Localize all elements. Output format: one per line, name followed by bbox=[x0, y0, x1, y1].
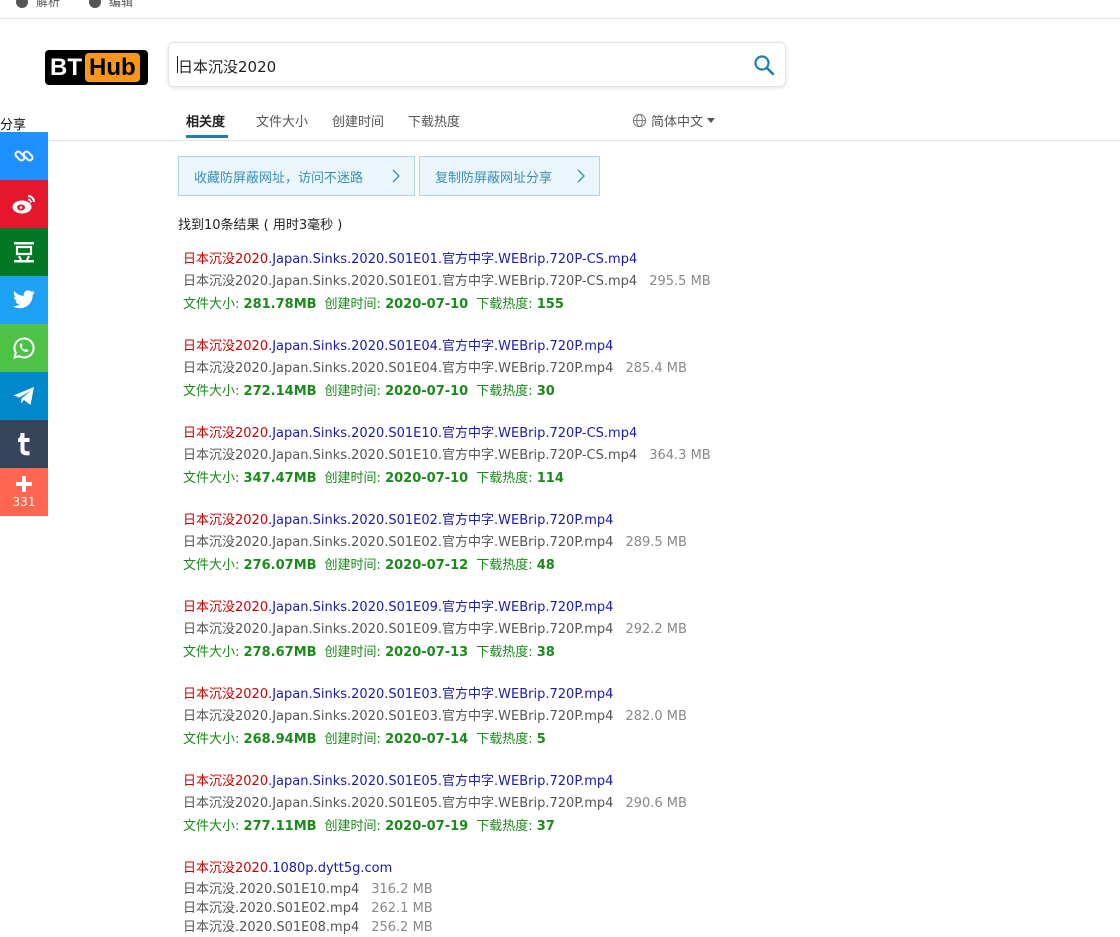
result-item: 日本沉没2020.Japan.Sinks.2020.S01E10.官方中字.WE… bbox=[183, 423, 711, 490]
share-twitter-button[interactable] bbox=[0, 276, 48, 324]
result-item: 日本沉没2020.Japan.Sinks.2020.S01E09.官方中字.WE… bbox=[183, 597, 687, 664]
site-logo[interactable]: BT Hub bbox=[45, 50, 148, 85]
search-input[interactable]: 日本沉没2020 bbox=[178, 56, 276, 77]
share-copy-link-button[interactable] bbox=[0, 132, 48, 180]
share-telegram-button[interactable] bbox=[0, 372, 48, 420]
result-meta: 文件大小: 281.78MB 创建时间: 2020-07-10 下载热度: 155 bbox=[183, 297, 564, 312]
sort-tab-relevance[interactable]: 相关度 bbox=[186, 111, 225, 130]
bookmark-banner-label: 收藏防屏蔽网址，访问不迷路 bbox=[194, 170, 364, 186]
douban-icon bbox=[14, 242, 34, 263]
result-title-link[interactable]: 日本沉没2020.Japan.Sinks.2020.S01E05.官方中字.WE… bbox=[183, 771, 687, 793]
sort-tab-popularity[interactable]: 下载热度 bbox=[408, 111, 460, 130]
telegram-icon bbox=[13, 387, 34, 405]
link-icon bbox=[14, 150, 34, 162]
share-whatsapp-button[interactable] bbox=[0, 324, 48, 372]
active-tab-indicator bbox=[186, 135, 228, 138]
globe-icon bbox=[632, 113, 647, 128]
result-item: 日本沉没2020.1080p.dytt5g.com 日本沉没.2020.S01E… bbox=[183, 858, 433, 937]
result-meta: 文件大小: 277.11MB 创建时间: 2020-07-19 下载热度: 37 bbox=[183, 819, 555, 834]
sort-tab-created[interactable]: 创建时间 bbox=[332, 111, 384, 130]
logo-text-hub: Hub bbox=[85, 53, 140, 82]
share-douban-button[interactable] bbox=[0, 228, 48, 276]
result-item: 日本沉没2020.Japan.Sinks.2020.S01E03.官方中字.WE… bbox=[183, 684, 687, 751]
toolbar-item-edit[interactable]: 编辑 bbox=[89, 0, 133, 10]
language-selector[interactable]: 简体中文 bbox=[632, 111, 716, 130]
result-meta: 文件大小: 276.07MB 创建时间: 2020-07-12 下载热度: 48 bbox=[183, 558, 555, 573]
toolbar-item-parse[interactable]: 解析 bbox=[16, 0, 60, 10]
result-title-link[interactable]: 日本沉没2020.Japan.Sinks.2020.S01E03.官方中字.WE… bbox=[183, 684, 687, 706]
share-label: 分享 bbox=[0, 118, 27, 133]
share-bar: 331 bbox=[0, 132, 48, 516]
result-file: 日本沉没.2020.S01E02.mp4 262.1 MB bbox=[183, 901, 433, 916]
search-icon[interactable] bbox=[753, 54, 775, 76]
weibo-icon bbox=[12, 195, 35, 214]
chevron-right-icon bbox=[577, 169, 585, 183]
result-file: 日本沉没2020.Japan.Sinks.2020.S01E03.官方中字.WE… bbox=[183, 709, 687, 724]
toolbar-item-label: 编辑 bbox=[109, 0, 134, 9]
result-file: 日本沉没2020.Japan.Sinks.2020.S01E04.官方中字.WE… bbox=[183, 361, 687, 376]
result-meta: 文件大小: 347.47MB 创建时间: 2020-07-10 下载热度: 114 bbox=[183, 471, 564, 486]
copy-url-banner-button[interactable]: 复制防屏蔽网址分享 bbox=[419, 156, 600, 196]
result-item: 日本沉没2020.Japan.Sinks.2020.S01E01.官方中字.WE… bbox=[183, 249, 711, 316]
result-meta: 文件大小: 268.94MB 创建时间: 2020-07-14 下载热度: 5 bbox=[183, 732, 546, 747]
result-title-link[interactable]: 日本沉没2020.Japan.Sinks.2020.S01E10.官方中字.WE… bbox=[183, 423, 711, 445]
result-title-link[interactable]: 日本沉没2020.Japan.Sinks.2020.S01E04.官方中字.WE… bbox=[183, 336, 687, 358]
copy-url-banner-label: 复制防屏蔽网址分享 bbox=[435, 170, 553, 186]
share-tumblr-button[interactable] bbox=[0, 420, 48, 468]
result-item: 日本沉没2020.Japan.Sinks.2020.S01E05.官方中字.WE… bbox=[183, 771, 687, 838]
results-count: 找到10条结果 ( 用时3毫秒 ) bbox=[178, 218, 343, 233]
share-more-button[interactable]: 331 bbox=[0, 468, 48, 516]
share-weibo-button[interactable] bbox=[0, 180, 48, 228]
result-title-link[interactable]: 日本沉没2020.1080p.dytt5g.com bbox=[183, 858, 433, 880]
result-file: 日本沉没2020.Japan.Sinks.2020.S01E05.官方中字.WE… bbox=[183, 796, 687, 811]
chevron-right-icon bbox=[392, 169, 400, 183]
result-item: 日本沉没2020.Japan.Sinks.2020.S01E04.官方中字.WE… bbox=[183, 336, 687, 403]
sort-bar: 相关度 文件大小 创建时间 下载热度 简体中文 bbox=[0, 100, 1120, 141]
bookmark-banner-button[interactable]: 收藏防屏蔽网址，访问不迷路 bbox=[178, 156, 415, 196]
whatsapp-icon bbox=[13, 337, 35, 359]
result-file: 日本沉没2020.Japan.Sinks.2020.S01E10.官方中字.WE… bbox=[183, 448, 711, 463]
result-file: 日本沉没2020.Japan.Sinks.2020.S01E09.官方中字.WE… bbox=[183, 622, 687, 637]
result-file: 日本沉没2020.Japan.Sinks.2020.S01E01.官方中字.WE… bbox=[183, 274, 711, 289]
share-count: 331 bbox=[12, 495, 36, 509]
twitter-icon bbox=[13, 290, 35, 309]
sort-tab-size[interactable]: 文件大小 bbox=[256, 111, 308, 130]
result-file: 日本沉没2020.Japan.Sinks.2020.S01E02.官方中字.WE… bbox=[183, 535, 687, 550]
result-file: 日本沉没.2020.S01E08.mp4 256.2 MB bbox=[183, 920, 433, 935]
parse-icon bbox=[16, 0, 28, 8]
caret-down-icon bbox=[707, 118, 716, 123]
result-meta: 文件大小: 272.14MB 创建时间: 2020-07-10 下载热度: 30 bbox=[183, 384, 555, 399]
top-toolbar: 解析 编辑 bbox=[0, 0, 1120, 19]
plus-icon bbox=[16, 476, 32, 492]
result-title-link[interactable]: 日本沉没2020.Japan.Sinks.2020.S01E02.官方中字.WE… bbox=[183, 510, 687, 532]
result-item: 日本沉没2020.Japan.Sinks.2020.S01E02.官方中字.WE… bbox=[183, 510, 687, 577]
toolbar-item-label: 解析 bbox=[36, 0, 61, 9]
tumblr-icon bbox=[18, 433, 30, 456]
result-title-link[interactable]: 日本沉没2020.Japan.Sinks.2020.S01E01.官方中字.WE… bbox=[183, 249, 711, 271]
result-title-link[interactable]: 日本沉没2020.Japan.Sinks.2020.S01E09.官方中字.WE… bbox=[183, 597, 687, 619]
search-box[interactable]: 日本沉没2020 bbox=[168, 42, 786, 87]
result-meta: 文件大小: 278.67MB 创建时间: 2020-07-13 下载热度: 38 bbox=[183, 645, 555, 660]
result-file: 日本沉没.2020.S01E10.mp4 316.2 MB bbox=[183, 882, 433, 897]
language-label: 简体中文 bbox=[651, 115, 704, 130]
edit-icon bbox=[89, 0, 101, 8]
logo-text-bt: BT bbox=[50, 53, 82, 81]
